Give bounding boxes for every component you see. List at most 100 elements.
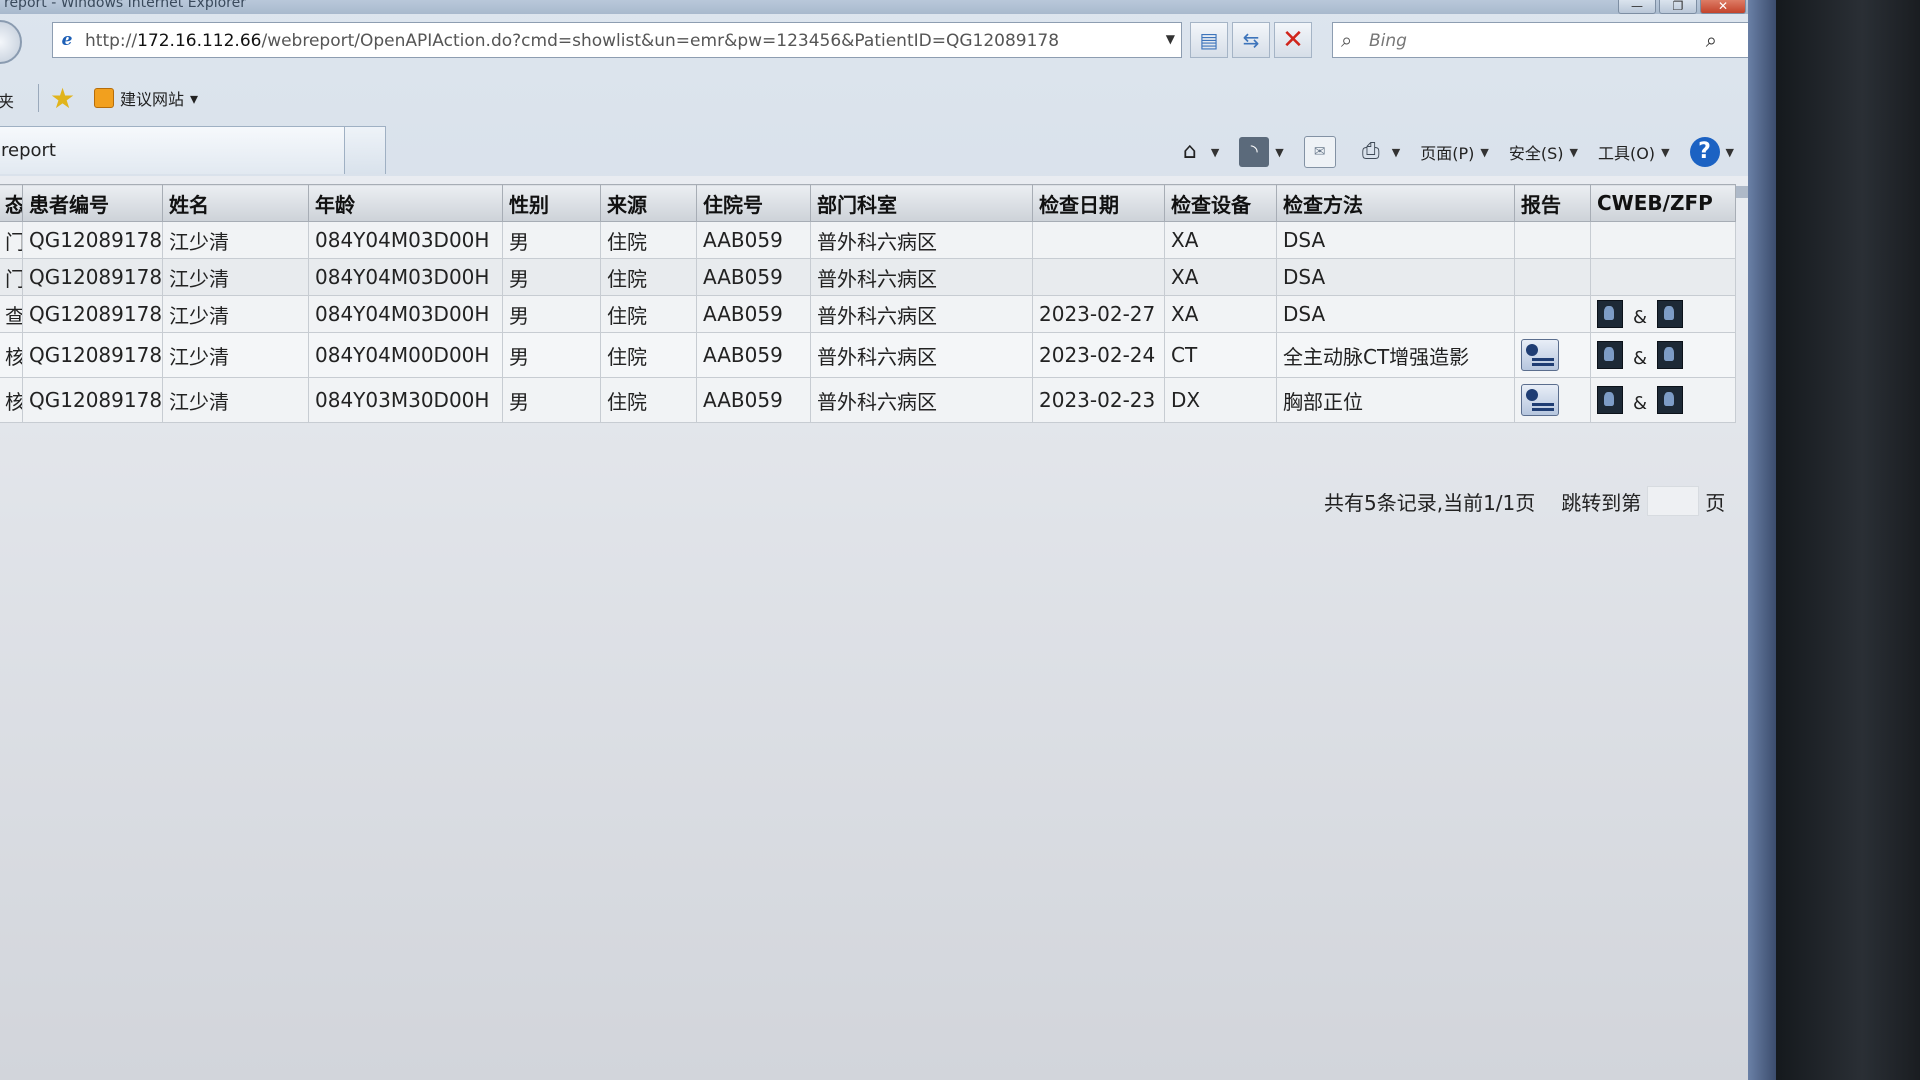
compatibility-view-icon[interactable]: ▤ xyxy=(1190,22,1228,58)
chevron-down-icon: ▼ xyxy=(1480,145,1489,159)
favorites-label[interactable]: 夹 xyxy=(0,88,14,112)
column-header[interactable]: 检查设备 xyxy=(1164,184,1277,222)
age-cell: 084Y04M03D00H xyxy=(308,221,503,259)
scrollbar-up-arrow[interactable] xyxy=(1736,186,1748,198)
column-header[interactable]: 年龄 xyxy=(308,184,503,222)
page-menu[interactable]: 页面(P) ▼ xyxy=(1420,140,1489,164)
view-report-icon[interactable] xyxy=(1521,339,1559,371)
tab-report[interactable]: report xyxy=(0,126,346,174)
report-cell xyxy=(1514,258,1591,296)
table-row[interactable]: 核QG12089178江少清084Y03M30D00H男住院AAB059普外科六… xyxy=(0,377,1736,423)
column-header[interactable]: CWEB/ZFP xyxy=(1590,184,1736,222)
page-menu-label: 页面(P) xyxy=(1420,144,1475,163)
ie-logo-icon: e xyxy=(61,30,73,50)
method-cell: 胸部正位 xyxy=(1276,377,1515,423)
sex-cell: 男 xyxy=(502,295,601,333)
column-header[interactable]: 态 xyxy=(0,184,23,222)
device-cell: XA xyxy=(1164,221,1277,259)
print-button[interactable]: ⎙ ▼ xyxy=(1356,137,1400,167)
image-viewer-cell: & xyxy=(1590,377,1736,423)
tools-menu-label: 工具(O) xyxy=(1597,144,1656,163)
column-header[interactable]: 检查日期 xyxy=(1032,184,1165,222)
table-row[interactable]: 查QG12089178江少清084Y04M03D00H男住院AAB059普外科六… xyxy=(0,295,1736,333)
suggested-sites-button[interactable]: 建议网站 ▾ xyxy=(94,86,198,110)
column-header[interactable]: 住院号 xyxy=(696,184,811,222)
home-icon: ⌂ xyxy=(1182,139,1197,164)
search-box[interactable]: ⌕ Bing ⌕ xyxy=(1332,22,1748,58)
close-button[interactable]: ✕ xyxy=(1700,0,1746,14)
zfp-viewer-icon[interactable] xyxy=(1657,386,1684,414)
tools-menu[interactable]: 工具(O) ▼ xyxy=(1598,140,1670,164)
chevron-down-icon: ▾ xyxy=(190,88,199,108)
read-mail-button[interactable]: ✉ xyxy=(1303,136,1336,168)
home-button[interactable]: ⌂ ▼ xyxy=(1175,137,1219,167)
column-header[interactable]: 性别 xyxy=(502,184,601,222)
feeds-button[interactable]: ◝ ▼ xyxy=(1239,137,1284,167)
address-bar[interactable]: e http://172.16.112.66/webreport/OpenAPI… xyxy=(52,22,1182,58)
name-cell: 江少清 xyxy=(162,295,309,333)
cweb-viewer-icon[interactable] xyxy=(1597,300,1623,328)
age-cell: 084Y04M03D00H xyxy=(308,295,503,333)
table-row[interactable]: 门QG12089178江少清084Y04M03D00H男住院AAB059普外科六… xyxy=(0,258,1736,296)
image-viewer-cell xyxy=(1590,221,1736,259)
patient-id-cell: QG12089178 xyxy=(22,258,163,296)
age-cell: 084Y04M03D00H xyxy=(308,258,503,296)
refresh-icon[interactable]: ⇆ xyxy=(1232,22,1270,58)
restore-button[interactable]: ❐ xyxy=(1659,0,1697,14)
minimize-button[interactable]: — xyxy=(1618,0,1656,14)
device-cell: XA xyxy=(1164,295,1277,333)
zfp-viewer-icon[interactable] xyxy=(1657,300,1684,328)
patient-id-cell: QG12089178 xyxy=(22,221,163,259)
column-header[interactable]: 报告 xyxy=(1514,184,1591,222)
report-cell xyxy=(1514,377,1591,423)
jump-to-page-label: 跳转到第 xyxy=(1561,490,1642,515)
device-cell: CT xyxy=(1164,332,1277,378)
window-frame-edge xyxy=(1748,0,1776,1080)
sex-cell: 男 xyxy=(502,258,601,296)
title-bar: report - Windows Internet Explorer — ❐ ✕ xyxy=(0,0,1748,14)
help-menu[interactable]: ? ▼ xyxy=(1689,137,1734,167)
address-dropdown-icon[interactable]: ▼ xyxy=(1166,32,1175,46)
table-row[interactable]: 门QG12089178江少清084Y04M03D00H男住院AAB059普外科六… xyxy=(0,221,1736,259)
stop-icon[interactable]: ✕ xyxy=(1274,22,1312,58)
new-tab-button[interactable] xyxy=(344,126,386,174)
zfp-viewer-icon[interactable] xyxy=(1657,341,1684,369)
cweb-viewer-icon[interactable] xyxy=(1597,341,1623,369)
source-cell: 住院 xyxy=(600,258,697,296)
suggested-sites-icon xyxy=(94,88,114,108)
sex-cell: 男 xyxy=(502,221,601,259)
chevron-down-icon: ▼ xyxy=(1275,145,1284,159)
column-header[interactable]: 检查方法 xyxy=(1276,184,1515,222)
page-number-input[interactable] xyxy=(1647,486,1700,516)
department-cell: 普外科六病区 xyxy=(810,377,1033,423)
record-summary: 共有5条记录,当前1/1页 xyxy=(1324,490,1536,515)
column-header[interactable]: 来源 xyxy=(600,184,697,222)
exam-date-cell: 2023-02-27 xyxy=(1032,295,1165,333)
inpatient-no-cell: AAB059 xyxy=(696,221,811,259)
back-button[interactable] xyxy=(0,20,22,64)
column-header[interactable]: 患者编号 xyxy=(22,184,163,222)
report-cell xyxy=(1514,221,1591,259)
column-header[interactable]: 姓名 xyxy=(162,184,309,222)
sex-cell: 男 xyxy=(502,332,601,378)
status-cell: 核 xyxy=(0,332,23,378)
name-cell: 江少清 xyxy=(162,221,309,259)
search-icon[interactable]: ⌕ xyxy=(1706,28,1717,52)
favorites-bar: 夹 ★ 建议网站 ▾ xyxy=(0,76,1748,120)
safety-menu-label: 安全(S) xyxy=(1508,144,1564,163)
status-cell: 查 xyxy=(0,295,23,333)
table-row[interactable]: 核QG12089178江少清084Y04M00D00H男住院AAB059普外科六… xyxy=(0,332,1736,378)
chevron-down-icon: ▼ xyxy=(1391,145,1401,159)
view-report-icon[interactable] xyxy=(1521,384,1559,416)
status-cell: 门 xyxy=(0,221,23,259)
column-header[interactable]: 部门科室 xyxy=(810,184,1033,222)
window-controls: — ❐ ✕ xyxy=(1618,0,1746,14)
cweb-viewer-icon[interactable] xyxy=(1597,386,1623,414)
navigation-bar: e http://172.16.112.66/webreport/OpenAPI… xyxy=(0,14,1748,70)
report-cell xyxy=(1514,332,1591,378)
safety-menu[interactable]: 安全(S) ▼ xyxy=(1509,140,1578,164)
add-favorites-star-icon[interactable]: ★ xyxy=(50,82,75,115)
rss-feed-icon: ◝ xyxy=(1239,137,1270,167)
inpatient-no-cell: AAB059 xyxy=(696,295,811,333)
image-viewer-cell xyxy=(1590,258,1736,296)
